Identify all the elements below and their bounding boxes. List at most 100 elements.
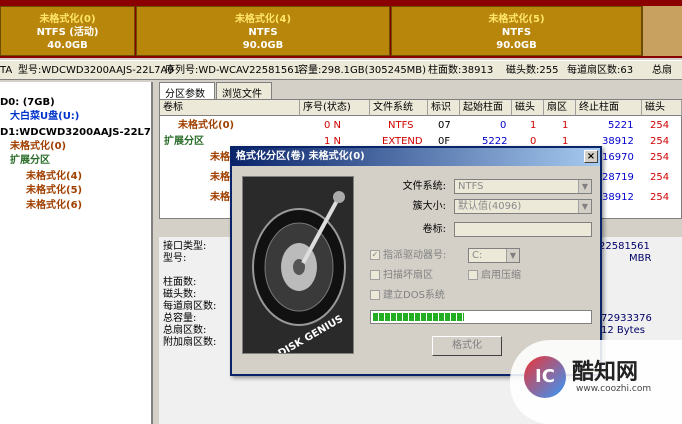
disk-tree-panel: D0: (7GB) 大白菜U盘(U:) D1:WDCWD3200AAJS-22L… [0, 82, 153, 424]
disk-info-bar: TA 型号:WDCWD3200AAJS-22L7A0 序列号:WD-WCAV22… [0, 60, 682, 80]
fs-select-value: NTFS [458, 181, 484, 192]
tree-item-extended[interactable]: 扩展分区 [10, 154, 50, 168]
drive-letter-select[interactable]: C: ▼ [468, 248, 520, 263]
prop-cylinders-label: 柱面数: [163, 277, 197, 288]
info-prefix: TA [0, 65, 13, 76]
create-dos-label: 建立DOS系统 [383, 290, 445, 301]
volume-label-input[interactable] [454, 222, 592, 237]
partition-block-4[interactable]: 未格式化(4) NTFS 90.0GB [136, 6, 390, 56]
partition-size: 90.0GB [496, 40, 537, 51]
col-header-sector[interactable]: 扇区 [544, 100, 576, 116]
table-row-label[interactable]: 未格式化(0) [178, 118, 234, 134]
disk-partition-bar: 未格式化(0) NTFS (活动) 40.0GB 未格式化(4) NTFS 90… [0, 0, 682, 58]
partition-block-6[interactable] [642, 6, 682, 56]
create-dos-checkbox[interactable]: 建立DOS系统 [370, 290, 445, 302]
hard-disk-icon: DISK GENIUS [243, 177, 353, 353]
format-progress-bar [370, 310, 592, 324]
scan-bad-sectors-label: 扫描坏扇区 [383, 270, 433, 281]
partition-fs: NTFS [501, 27, 532, 38]
checkbox-checked-icon: ✓ [370, 250, 380, 260]
assign-drive-label: 指派驱动器号: [383, 250, 447, 261]
chevron-down-icon: ▼ [578, 200, 591, 213]
tab-browse-files[interactable]: 浏览文件 [216, 82, 272, 100]
prop-total-sectors-value: 72933376 [601, 313, 652, 324]
watermark-brand: 酷知网 [572, 360, 639, 385]
enable-compression-label: 启用压缩 [481, 270, 521, 281]
cluster-size-label: 簇大小: [412, 201, 446, 212]
fs-select[interactable]: NTFS ▼ [454, 179, 592, 194]
table-cell-end: 28719 [602, 172, 634, 183]
partition-size: 90.0GB [242, 40, 284, 51]
prop-sectors-label: 每道扇区数: [163, 301, 217, 312]
fs-label: 文件系统: [402, 181, 446, 192]
cluster-size-select[interactable]: 默认值(4096) ▼ [454, 199, 592, 214]
partition-block-0[interactable]: 未格式化(0) NTFS (活动) 40.0GB [0, 6, 135, 56]
table-row-label[interactable]: 扩展分区 [164, 134, 204, 150]
info-total: 总扇 [652, 65, 672, 76]
table-cell-fs: NTFS [388, 120, 414, 131]
col-header-endhead[interactable]: 磁头 [642, 100, 682, 116]
col-header-index[interactable]: 序号(状态) [300, 100, 370, 116]
tree-item-part6[interactable]: 未格式化(6) [26, 199, 82, 213]
table-cell-endhead: 254 [650, 120, 670, 131]
partition-fs: NTFS [248, 27, 278, 38]
hard-disk-image: DISK GENIUS [242, 176, 354, 354]
drive-letter-value: C: [472, 250, 483, 261]
table-cell-id: 07 [438, 120, 451, 131]
col-header-fs[interactable]: 文件系统 [370, 100, 428, 116]
col-header-start[interactable]: 起始柱面 [460, 100, 512, 116]
assign-drive-checkbox[interactable]: ✓ 指派驱动器号: [370, 250, 446, 262]
info-capacity: 容量:298.1GB(305245MB) [298, 65, 427, 76]
col-header-head[interactable]: 磁头 [512, 100, 544, 116]
table-cell-end: 38912 [602, 136, 634, 147]
partition-name: 未格式化(5) [488, 14, 545, 25]
prop-table-type-value: MBR [629, 253, 652, 264]
table-row-label[interactable]: 未格 [210, 170, 230, 186]
watermark-url: www.coozhi.com [576, 384, 652, 394]
partition-name: 未格式化(4) [234, 14, 292, 25]
tab-partition-params[interactable]: 分区参数 [159, 82, 215, 100]
progress-fill [373, 313, 464, 321]
partition-name: 未格式化(0) [39, 14, 96, 25]
info-cylinders: 柱面数:38913 [428, 65, 494, 76]
table-cell-head: 1 [530, 120, 537, 131]
table-cell-endhead: 254 [650, 136, 670, 147]
tree-item-usb[interactable]: 大白菜U盘(U:) [10, 110, 79, 124]
chevron-down-icon: ▼ [506, 249, 519, 262]
prop-extra-sectors-label: 附加扇区数: [163, 337, 217, 348]
table-cell-index: 0 N [324, 120, 342, 131]
table-cell-end: 38912 [602, 192, 634, 203]
cluster-size-value: 默认值(4096) [458, 201, 522, 212]
enable-compression-checkbox[interactable]: 启用压缩 [468, 270, 521, 282]
volume-label-label: 卷标: [422, 224, 446, 235]
coozhi-logo-icon: IC [524, 356, 566, 398]
prop-heads-label: 磁头数: [163, 289, 197, 300]
prop-interface-label: 接口类型: [163, 241, 207, 252]
table-row-label[interactable]: 未格 [210, 150, 230, 166]
table-cell-end: 5221 [608, 120, 634, 131]
partition-block-5[interactable]: 未格式化(5) NTFS 90.0GB [391, 6, 642, 56]
dialog-title-bar[interactable]: 格式化分区(卷) 未格式化(0) × [232, 148, 600, 166]
info-serial: 序列号:WD-WCAV22581561 [165, 65, 300, 76]
tree-item-part0[interactable]: 未格式化(0) [10, 140, 66, 154]
table-cell-endhead: 254 [650, 152, 670, 163]
prop-model-label: 型号: [163, 253, 187, 264]
col-header-label[interactable]: 卷标 [160, 100, 300, 116]
table-cell-end: 16970 [602, 152, 634, 163]
tree-item-part5[interactable]: 未格式化(5) [26, 184, 82, 198]
close-icon[interactable]: × [584, 150, 598, 163]
prop-bytes-value: 12 Bytes [601, 325, 645, 336]
prop-capacity-label: 总容量: [163, 313, 197, 324]
table-cell-sector: 1 [562, 120, 569, 131]
prop-serial-value: 22581561 [599, 241, 650, 252]
table-cell-endhead: 254 [650, 172, 670, 183]
table-row-label[interactable]: 未格 [210, 190, 230, 206]
scan-bad-sectors-checkbox[interactable]: 扫描坏扇区 [370, 270, 433, 282]
format-button[interactable]: 格式化 [432, 336, 502, 356]
tree-item-part4[interactable]: 未格式化(4) [26, 170, 82, 184]
col-header-end[interactable]: 终止柱面 [576, 100, 642, 116]
tree-item-disk0[interactable]: D0: (7GB) [0, 96, 55, 110]
col-header-id[interactable]: 标识 [428, 100, 460, 116]
info-sectors: 每道扇区数:63 [567, 65, 634, 76]
tree-item-disk1[interactable]: D1:WDCWD3200AAJS-22L7A0( [0, 126, 151, 140]
